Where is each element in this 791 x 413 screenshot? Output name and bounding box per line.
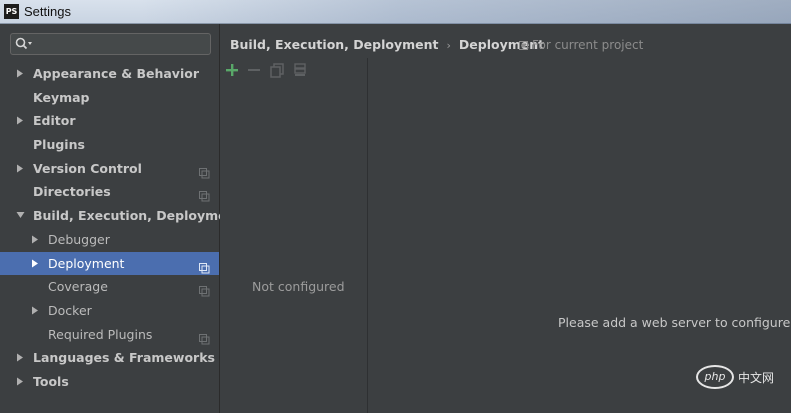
sidebar-item-docker[interactable]: Docker (0, 299, 219, 323)
watermark: php 中文网 (696, 365, 791, 391)
project-scope-icon (199, 163, 210, 179)
search-icon[interactable] (15, 37, 35, 51)
watermark-text: 中文网 (738, 371, 775, 385)
sidebar-item-appearance-and-behavior[interactable]: Appearance & Behavior (0, 62, 219, 86)
sidebar-item-directories[interactable]: Directories (0, 180, 219, 204)
configure-hint: Please add a web server to configure (558, 315, 791, 330)
sidebar-item-required-plugins[interactable]: Required Plugins (0, 323, 219, 347)
copy-icon[interactable] (269, 62, 285, 78)
sidebar-item-debugger[interactable]: Debugger (0, 228, 219, 252)
breadcrumb-item-build[interactable]: Build, Execution, Deployment (230, 37, 438, 52)
sidebar-item-label: Appearance & Behavior (33, 66, 199, 81)
project-scope-icon (199, 281, 210, 297)
sidebar-item-build-execution-deployment[interactable]: Build, Execution, Deployment (0, 204, 241, 228)
sidebar-item-label: Build, Execution, Deployment (33, 208, 242, 224)
sidebar-item-label: Debugger (48, 231, 110, 247)
sidebar-item-coverage[interactable]: Coverage (0, 275, 219, 299)
sidebar-item-deployment[interactable]: Deployment (0, 251, 219, 276)
title-bar: PS Settings (0, 0, 791, 24)
sidebar-item-languages-and-frameworks[interactable]: Languages & Frameworks (0, 346, 219, 370)
sidebar-item-tools[interactable]: Tools (0, 370, 219, 394)
scope-label: For current project (532, 38, 644, 52)
not-configured-text: Not configured (252, 279, 345, 294)
sidebar-item-label: Plugins (33, 137, 85, 153)
sidebar-item-label: Docker (48, 302, 92, 318)
minus-icon[interactable] (246, 62, 262, 78)
search-input[interactable] (10, 33, 211, 55)
sidebar-item-keymap[interactable]: Keymap (0, 86, 219, 110)
chevron-right-icon[interactable] (16, 157, 26, 181)
settings-sidebar: Appearance & Behavior Keymap Editor Plugins… (0, 24, 241, 413)
sidebar-item-label: Required Plugins (48, 326, 153, 342)
phpstorm-app-icon: PS (4, 4, 19, 19)
project-scope-icon (199, 329, 210, 345)
title-bar-background (140, 0, 791, 24)
breadcrumb: Build, Execution, Deployment › Deployment (230, 37, 544, 52)
sidebar-item-label: Coverage (48, 279, 108, 295)
plus-icon[interactable] (224, 62, 240, 78)
deployment-panel: Build, Execution, Deployment › Deployment … (220, 24, 791, 413)
sidebar-item-label: Editor (33, 113, 76, 129)
chevron-right-icon[interactable] (16, 370, 26, 394)
php-logo: php (696, 365, 734, 389)
sidebar-item-version-control[interactable]: Version Control (0, 157, 219, 181)
chevron-right-icon[interactable] (16, 109, 26, 133)
settings-window: PS Settings Appearance & Behavior Keymap E… (0, 0, 791, 413)
sidebar-item-label: Keymap (33, 89, 90, 105)
project-scope-icon (199, 258, 210, 273)
scope-indicator: For current project (519, 38, 643, 52)
sidebar-item-label: Tools (33, 373, 69, 389)
window-title: Settings (24, 4, 71, 19)
sidebar-item-editor[interactable]: Editor (0, 109, 219, 133)
server-icon[interactable] (292, 62, 308, 78)
sidebar-item-label: Deployment (48, 255, 125, 271)
sidebar-item-label: Directories (33, 184, 111, 200)
chevron-right-icon[interactable] (16, 62, 26, 86)
server-list[interactable]: Not configured (220, 58, 368, 413)
chevron-right-icon[interactable] (16, 346, 26, 370)
breadcrumb-separator: › (446, 39, 451, 52)
chevron-right-icon[interactable] (31, 228, 41, 252)
project-scope-icon (199, 186, 210, 202)
sidebar-item-plugins[interactable]: Plugins (0, 133, 219, 157)
sidebar-item-label: Version Control (33, 160, 142, 176)
project-scope-icon (519, 41, 528, 50)
chevron-right-icon[interactable] (31, 252, 41, 276)
chevron-right-icon[interactable] (31, 299, 41, 323)
chevron-down-icon[interactable] (16, 204, 26, 228)
settings-tree: Appearance & Behavior Keymap Editor Plugins… (0, 62, 241, 394)
sidebar-item-label: Languages & Frameworks (33, 350, 215, 366)
